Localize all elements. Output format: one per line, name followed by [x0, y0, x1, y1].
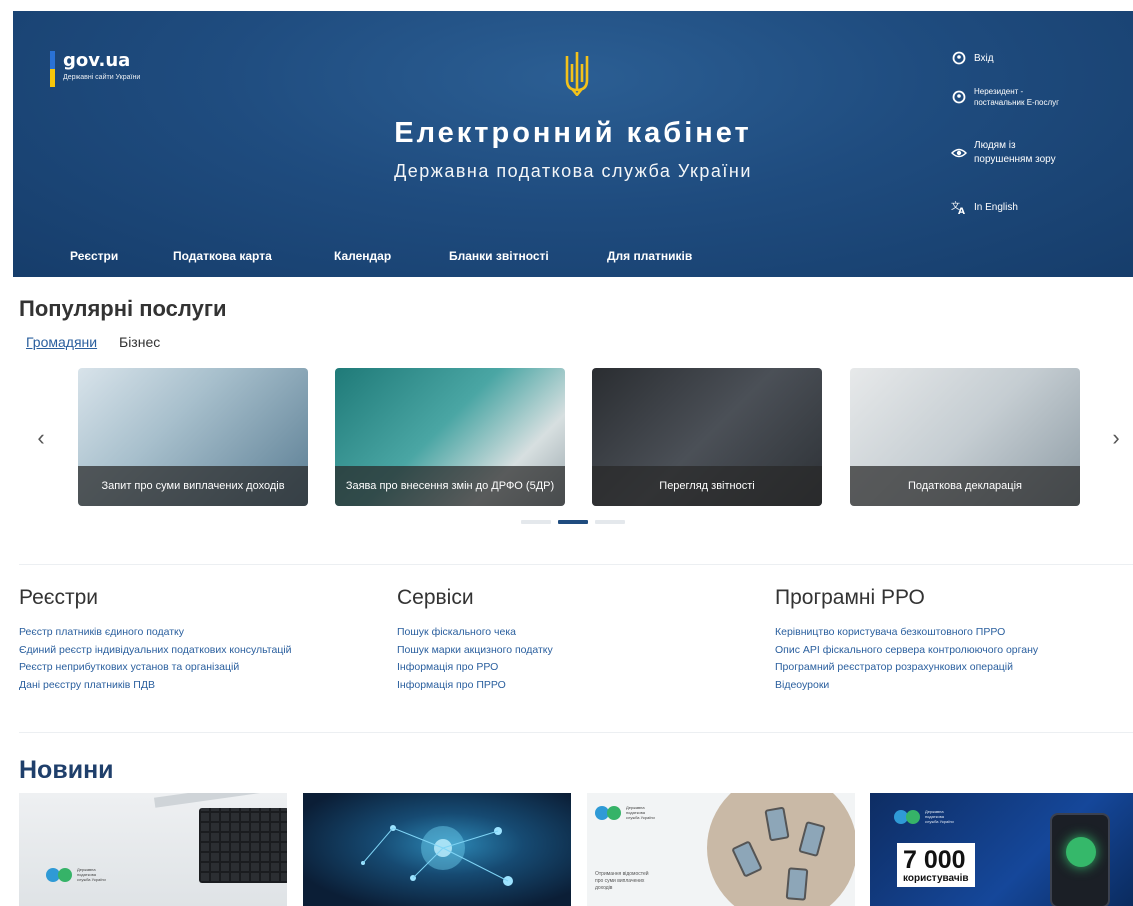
laptop-image — [153, 793, 287, 808]
software-rro-heading: Програмні РРО — [775, 586, 925, 609]
dps-logo-text: Державна податкова служба України — [77, 867, 106, 882]
prro-link[interactable]: Опис API фіскального сервера контролюючо… — [775, 642, 1038, 660]
service-link[interactable]: Інформація про ПРРО — [397, 677, 553, 695]
dps-logo: Державна податкова служба України — [46, 867, 109, 882]
dps-logo-text: Державна податкова служба України — [626, 805, 655, 820]
nonresident-icon — [951, 89, 967, 105]
dps-logo: Державна податкова служба України — [595, 805, 658, 820]
svg-text:A: A — [958, 207, 965, 214]
prro-link[interactable]: Відеоуроки — [775, 677, 1038, 695]
ukraine-flag-icon — [50, 51, 55, 87]
users-count-badge: 7 000 користувачів — [897, 843, 975, 887]
registries-column: Реєстри Реєстр платників єдиного податку… — [19, 586, 292, 694]
login-icon — [951, 50, 967, 66]
nonresident-label-line1: Нерезидент - — [974, 87, 1024, 96]
eye-icon — [951, 145, 967, 161]
carousel-dot-3[interactable] — [595, 520, 625, 524]
carousel-dot-1[interactable] — [521, 520, 551, 524]
registry-link[interactable]: Реєстр платників єдиного податку — [19, 624, 292, 642]
nonresident-link[interactable]: Нерезидент - постачальник E-послуг — [951, 86, 1059, 108]
prro-link[interactable]: Керівництво користувача безкоштовного ПР… — [775, 624, 1038, 642]
news-card-3[interactable]: Державна податкова служба України Отрима… — [587, 793, 855, 906]
service-card-view-reports[interactable]: Перегляд звітності — [592, 368, 822, 506]
users-count-unit: користувачів — [903, 873, 969, 884]
tab-business[interactable]: Бізнес — [119, 334, 160, 350]
section-divider — [19, 732, 1133, 733]
service-link[interactable]: Пошук фіскального чека — [397, 624, 553, 642]
smartphone-image — [1050, 813, 1110, 906]
registry-link[interactable]: Дані реєстру платників ПДВ — [19, 677, 292, 695]
phone-image — [785, 867, 809, 901]
nav-tax-map[interactable]: Податкова карта — [173, 249, 272, 263]
news-card-1[interactable]: Державна податкова служба України — [19, 793, 287, 906]
translate-icon: 文A — [951, 199, 967, 215]
login-label: Вхід — [974, 52, 994, 64]
prro-link[interactable]: Програмний реєстратор розрахункових опер… — [775, 659, 1038, 677]
nav-for-payers[interactable]: Для платників — [607, 249, 692, 263]
services-column: Сервіси Пошук фіскального чека Пошук мар… — [397, 586, 553, 694]
language-label: In English — [974, 201, 1018, 213]
service-link[interactable]: Пошук марки акцизного податку — [397, 642, 553, 660]
service-card-caption: Перегляд звітності — [592, 466, 822, 506]
registries-heading: Реєстри — [19, 586, 99, 609]
service-card-caption: Податкова декларація — [850, 466, 1080, 506]
software-rro-column: Програмні РРО Керівництво користувача бе… — [775, 586, 1038, 694]
service-card-drfo-change[interactable]: Заява про внесення змін до ДРФО (5ДР) — [335, 368, 565, 506]
service-card-caption: Заява про внесення змін до ДРФО (5ДР) — [335, 466, 565, 506]
visually-impaired-line1: Людям із — [974, 140, 1016, 151]
nonresident-label-line2: постачальник E-послуг — [974, 98, 1060, 107]
tab-citizens[interactable]: Громадяни — [26, 334, 97, 350]
dps-logo-text: Державна податкова служба України — [925, 809, 954, 824]
visually-impaired-link[interactable]: Людям із порушенням зору — [951, 139, 1056, 167]
registry-link[interactable]: Єдиний реєстр індивідуальних податкових … — [19, 642, 292, 660]
nav-report-forms[interactable]: Бланки звітності — [449, 249, 549, 263]
nav-calendar[interactable]: Календар — [334, 249, 391, 263]
site-header: gov.ua Державні сайти України Електронни… — [13, 11, 1133, 277]
gov-ua-subtitle: Державні сайти України — [63, 74, 141, 81]
section-divider — [19, 564, 1133, 565]
dps-logo: Державна податкова служба України — [894, 809, 957, 824]
news-card-3-text: Отримання відомостей про суми виплачених… — [595, 871, 649, 891]
news-card-4[interactable]: Державна податкова служба України 7 000 … — [870, 793, 1133, 906]
trident-emblem-icon — [565, 52, 589, 96]
service-card-income-request[interactable]: Запит про суми виплачених доходів — [78, 368, 308, 506]
gov-ua-name: gov.ua — [63, 50, 131, 71]
service-card-caption: Запит про суми виплачених доходів — [78, 466, 308, 506]
registry-link[interactable]: Реєстр неприбуткових установ та організа… — [19, 659, 292, 677]
digital-network-image — [361, 825, 513, 886]
visually-impaired-line2: порушенням зору — [974, 154, 1056, 165]
language-switch[interactable]: 文A In English — [951, 199, 1018, 215]
service-link[interactable]: Інформація про РРО — [397, 659, 553, 677]
login-link[interactable]: Вхід — [951, 50, 994, 66]
carousel-prev-button[interactable]: ‹ — [31, 425, 51, 451]
popular-services-title: Популярні послуги — [19, 296, 227, 321]
gov-ua-logo[interactable]: gov.ua Державні сайти України — [50, 51, 140, 87]
news-card-2[interactable] — [303, 793, 571, 906]
nav-registries[interactable]: Реєстри — [70, 249, 118, 263]
news-heading: Новини — [19, 756, 114, 784]
carousel-next-button[interactable]: › — [1106, 425, 1126, 451]
users-count-number: 7 000 — [903, 846, 966, 874]
carousel-indicators — [521, 520, 632, 524]
keyboard-image — [199, 808, 287, 883]
carousel-dot-2-active[interactable] — [558, 520, 588, 524]
services-heading: Сервіси — [397, 586, 474, 609]
service-card-tax-declaration[interactable]: Податкова декларація — [850, 368, 1080, 506]
